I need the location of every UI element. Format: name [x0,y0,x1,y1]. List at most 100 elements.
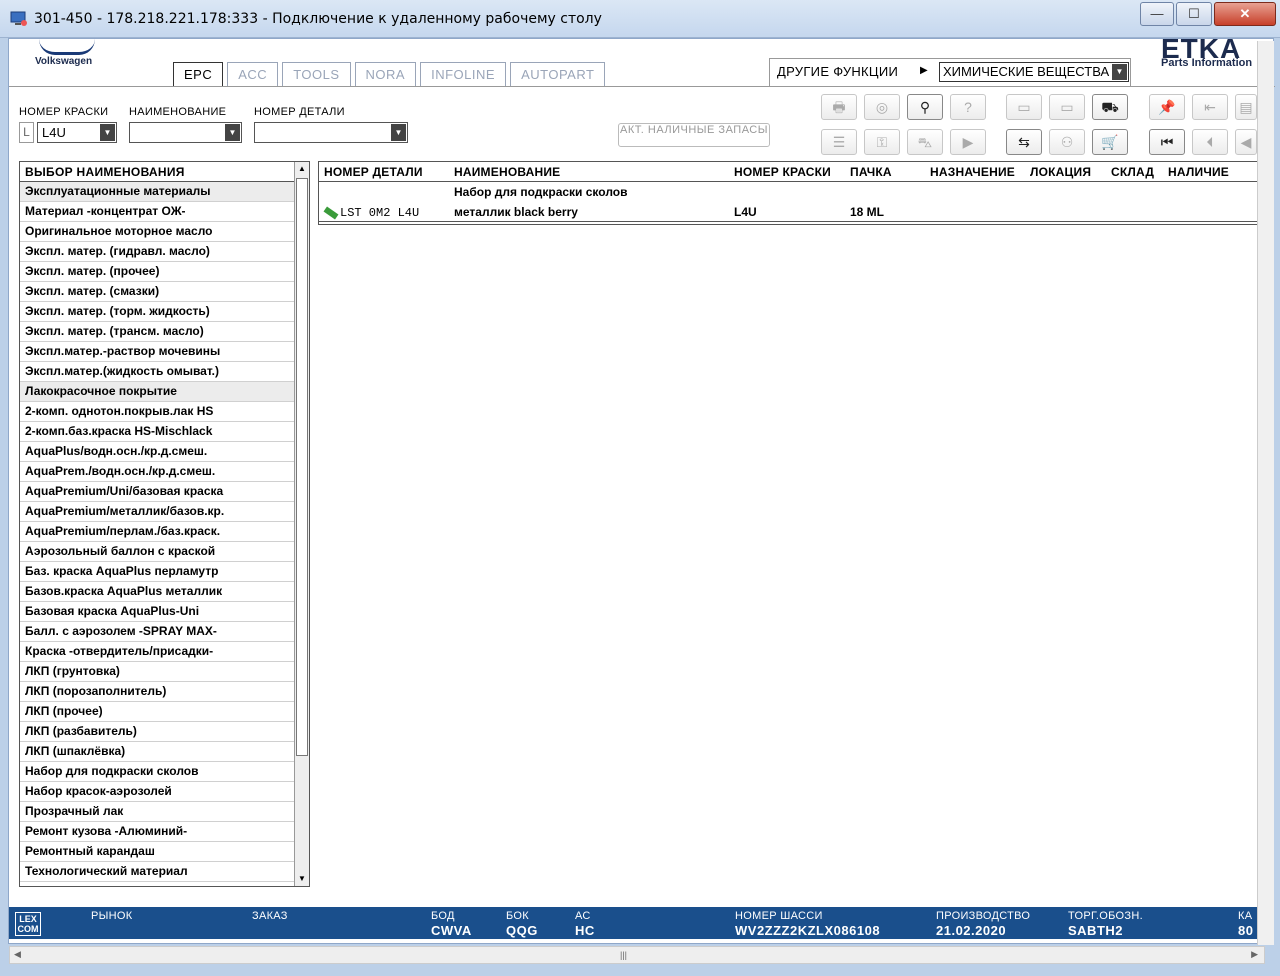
col-part-number[interactable]: НОМЕР ДЕТАЛИ [324,165,423,179]
list-item[interactable]: Ремонт кузова -Алюминий- [20,822,296,842]
list-item[interactable]: ЛКП (грунтовка) [20,662,296,682]
list-item[interactable]: AquaPlus/водн.осн./кр.д.смеш. [20,442,296,462]
horizontal-scrollbar[interactable]: ◀ ||| ▶ [9,946,1265,964]
col-pack[interactable]: ПАЧКА [850,165,892,179]
scroll-up-icon[interactable]: ▲ [296,162,308,176]
list-item[interactable]: Базовая краска AquaPlus-Uni [20,602,296,622]
list-item[interactable]: AquaPremium/перлам./баз.краск. [20,522,296,542]
other-functions-select[interactable]: ХИМИЧЕСКИЕ ВЕЩЕСТВА ▼ [939,62,1129,82]
paint-prefix-box: L [19,122,34,143]
col-name[interactable]: НАИМЕНОВАНИЕ [454,165,560,179]
pin-icon[interactable]: 📌 [1149,94,1185,120]
list-item[interactable]: Набор для подкраски сколов [20,762,296,782]
col-availability[interactable]: НАЛИЧИЕ [1168,165,1229,179]
chevron-down-icon[interactable]: ▼ [225,124,240,141]
key-icon[interactable]: ⚿ [864,129,900,155]
chevron-down-icon[interactable]: ▼ [100,124,115,141]
list-scrollbar[interactable]: ▲ ▼ [294,162,309,886]
table-row[interactable]: LST 0M2 L4U металлик black berry L4U 18 … [319,202,1267,222]
list-item[interactable]: Баз. краска AquaPlus перламутр [20,562,296,582]
scroll-thumb[interactable] [296,178,308,756]
list-item[interactable]: AquaPremium/металлик/базов.кр. [20,502,296,522]
depot-icon[interactable]: ▭ [1049,94,1085,120]
col-paint-number[interactable]: НОМЕР КРАСКИ [734,165,831,179]
disc-icon[interactable]: ◎ [864,94,900,120]
first-page-icon[interactable]: ⏮ [1149,129,1185,155]
header-divider [9,86,1275,87]
scroll-right-icon[interactable]: ▶ [1251,949,1258,960]
col-location[interactable]: ЛОКАЦИЯ [1030,165,1091,179]
chevron-down-icon[interactable]: ▼ [1112,64,1127,80]
minimize-button[interactable]: — [1140,2,1174,26]
list-item[interactable]: Набор красок-аэрозолей [20,782,296,802]
list-item[interactable]: AquaPremium/Uni/базовая краска [20,482,296,502]
list-item[interactable]: ЛКП (порозаполнитель) [20,682,296,702]
list-item[interactable]: Балл. с аэрозолем -SPRAY MAX- [20,622,296,642]
extra-label: КА [1238,910,1253,922]
list-item[interactable]: Экспл. матер. (трансм. масло) [20,322,296,342]
list-item[interactable]: ЛКП (шпаклёвка) [20,742,296,762]
users-icon[interactable]: ⚇ [1049,129,1085,155]
bok-label: БОК [506,910,529,922]
transfer-icon[interactable]: ⇆ [1006,129,1042,155]
paint-cell: L4U [734,205,757,219]
list-item[interactable]: Прозрачный лак [20,802,296,822]
vehicle-icon[interactable]: ⛍ [907,129,943,155]
document-icon[interactable]: ▤ [1235,94,1257,120]
play-dash-icon[interactable]: ▶ [950,129,986,155]
close-button[interactable]: ✕ [1214,2,1276,26]
list-item[interactable]: Экспл.матер.-раствор мочевины [20,342,296,362]
list-item[interactable]: Экспл. матер. (гидравл. масло) [20,242,296,262]
col-purpose[interactable]: НАЗНАЧЕНИЕ [930,165,1015,179]
part-number-select[interactable]: ▼ [254,122,408,143]
right-scrollbar[interactable] [1257,41,1274,945]
help-icon[interactable]: ? [950,94,986,120]
list-item[interactable]: Технологический материал [20,862,296,882]
maximize-button[interactable]: ☐ [1176,2,1212,26]
chevron-down-icon[interactable]: ▼ [391,124,406,141]
tab-autopart[interactable]: AUTOPART [510,62,606,86]
triangle-right-icon: ▶ [920,65,928,76]
tab-acc[interactable]: ACC [227,62,279,86]
bod-value: CWVA [431,923,472,938]
list-item[interactable]: Экспл.матер.(жидкость омыват.) [20,362,296,382]
bod-label: БОД [431,910,455,922]
scroll-left-icon[interactable]: ◀ [14,949,21,960]
list-item[interactable]: Базов.краска AquaPlus металлик [20,582,296,602]
list-item[interactable]: Экспл. матер. (смазки) [20,282,296,302]
scroll-down-icon[interactable]: ▼ [296,872,308,886]
tab-nora[interactable]: NORA [354,62,417,86]
list-item[interactable]: 2-комп.баз.краска HS-Mischlack [20,422,296,442]
list-item[interactable]: Экспл. матер. (прочее) [20,262,296,282]
binoculars-icon[interactable]: ⚲ [907,94,943,120]
print-icon[interactable]: 🖶 [821,94,857,120]
list-item[interactable]: Краска -отвердитель/присадки- [20,642,296,662]
list-item[interactable]: Эксплуатационные материалы [20,182,296,202]
list-item[interactable]: ЛКП (прочее) [20,702,296,722]
name-select[interactable]: ▼ [129,122,242,143]
cart-add-icon[interactable]: ⛟ [1092,94,1128,120]
paint-number-select[interactable]: L4U ▼ [37,122,117,143]
tab-epc[interactable]: EPC [173,62,224,86]
list-item[interactable]: Лакокрасочное покрытие [20,382,296,402]
back-icon[interactable]: ◀ [1235,129,1257,155]
list-item[interactable]: 2-комп. однотон.покрыв.лак HS [20,402,296,422]
pages-back-icon[interactable]: ⇤ [1192,94,1228,120]
scroll-grip-icon[interactable]: ||| [620,950,627,960]
col-warehouse[interactable]: СКЛАД [1111,165,1154,179]
cart-icon[interactable]: 🛒 [1092,129,1128,155]
list-item[interactable]: Материал -концентрат ОЖ- [20,202,296,222]
list-item[interactable]: Оригинальное моторное масло [20,222,296,242]
previous-page-icon[interactable]: ⏴ [1192,129,1228,155]
list-item[interactable]: Ремонтный карандаш [20,842,296,862]
list-item[interactable]: Аэрозольный баллон с краской [20,542,296,562]
list-icon[interactable]: ☰ [821,129,857,155]
elsa-icon[interactable]: ▭ [1006,94,1042,120]
current-stock-button[interactable]: АКТ. НАЛИЧНЫЕ ЗАПАСЫ [618,123,770,147]
tab-infoline[interactable]: INFOLINE [420,62,507,86]
list-item[interactable]: AquaPrem./водн.осн./кр.д.смеш. [20,462,296,482]
table-group-row[interactable]: Набор для подкраски сколов [319,182,1267,202]
list-item[interactable]: Экспл. матер. (торм. жидкость) [20,302,296,322]
tab-tools[interactable]: TOOLS [282,62,351,86]
list-item[interactable]: ЛКП (разбавитель) [20,722,296,742]
